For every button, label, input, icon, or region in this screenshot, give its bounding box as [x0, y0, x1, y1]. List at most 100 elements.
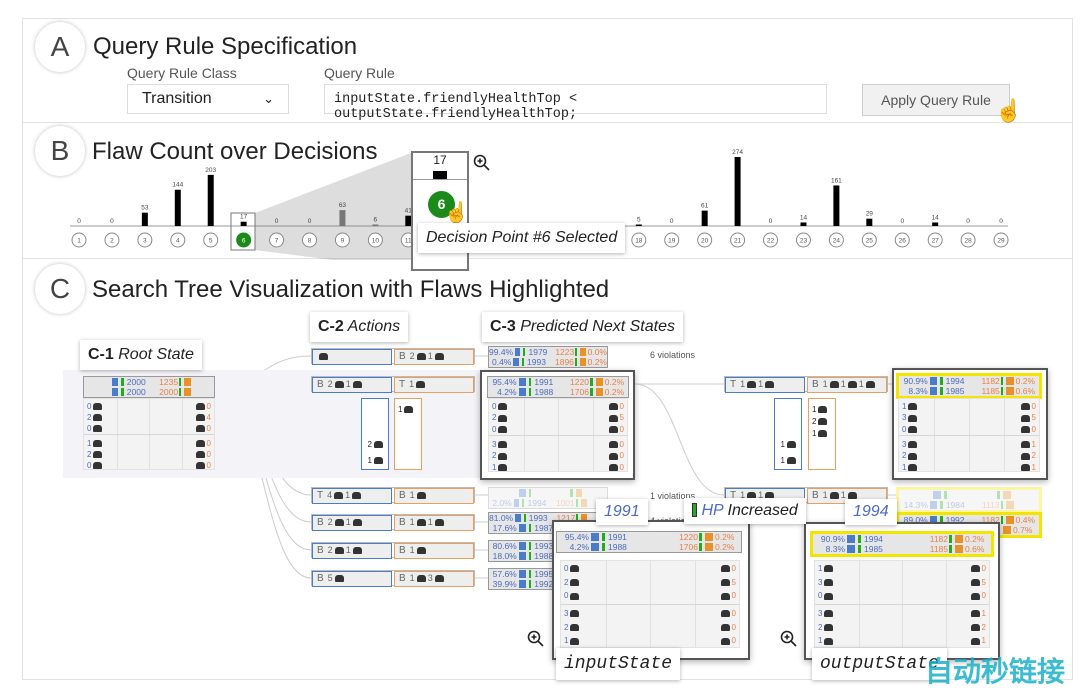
win-probability: 95.4%: [564, 532, 589, 542]
health-bar-icon: [602, 533, 605, 541]
state-summary[interactable]: 95.4% 1991 1220 0.2% 4.2% 1988 1706 0.2%: [556, 531, 742, 553]
enemy-unit-row: 0: [607, 439, 624, 451]
zoom-in-icon[interactable]: [527, 630, 545, 648]
friendly-unit-row: 1: [492, 462, 509, 474]
enemy-action[interactable]: B1 3: [394, 571, 474, 587]
unit-icon: [970, 592, 980, 600]
friendly-unit-row: 1: [818, 563, 835, 575]
friendly-unit-row: 2: [492, 450, 509, 462]
friendly-health: 1988: [608, 542, 627, 552]
action-row[interactable]: B21B1: [311, 542, 475, 559]
action-type: B: [399, 545, 406, 556]
friendly-base-icon: [591, 543, 599, 551]
c2-code: C-2: [318, 318, 344, 335]
action-type: T: [399, 379, 406, 390]
unit-icon: [608, 403, 618, 411]
enemy-base-icon: [955, 535, 963, 543]
friendly-base-icon: [518, 378, 526, 386]
unit-count: 2: [1031, 451, 1036, 461]
enemy-probability: [193, 387, 214, 397]
unit-icon: [498, 426, 508, 434]
friendly-action[interactable]: B2 1: [312, 515, 392, 531]
violations-count[interactable]: 6 violations: [650, 350, 695, 360]
unit-icon: [334, 492, 344, 500]
hp-increased-callout: HP Increased: [684, 498, 806, 524]
action-row[interactable]: B2 1: [311, 348, 475, 365]
health-bar-icon: [1000, 387, 1004, 395]
friendly-health: 1994: [945, 376, 965, 386]
health-bar-icon: [528, 570, 532, 578]
unit-count: 0: [731, 564, 736, 573]
enemy-action[interactable]: B1: [394, 488, 474, 504]
detail-unit: 1: [812, 429, 829, 438]
state-summary[interactable]: 2000 1235 2000 2000: [83, 376, 215, 398]
action-row[interactable]: B5B13: [311, 570, 475, 587]
unit-count: 0: [564, 591, 569, 601]
enemy-action[interactable]: B111: [807, 377, 887, 393]
action-type: B: [317, 517, 324, 528]
unit-icon: [720, 624, 730, 632]
unit-icon: [570, 579, 580, 587]
enemy-probability: 0.4%: [1015, 515, 1036, 525]
enemy-unit-row: 0: [719, 590, 736, 602]
friendly-unit-row: 3: [902, 439, 919, 451]
state-summary[interactable]: 90.9% 1994 1182 0.2% 8.3% 1985 1185 0.6%: [896, 373, 1042, 399]
friendly-base-icon: [111, 388, 119, 396]
state-row: 90.9% 1994 1182 0.2%: [899, 376, 1039, 386]
action-row[interactable]: B21B11: [311, 514, 475, 531]
friendly-base-icon: [518, 570, 526, 578]
win-probability: 0.4%: [491, 357, 512, 367]
friendly-unit-row: 1: [902, 401, 919, 413]
enemy-action[interactable]: B11: [394, 515, 474, 531]
state-row: 8.3% 1985 1185 0.6%: [899, 386, 1039, 396]
friendly-health: 1991: [608, 532, 627, 542]
friendly-action[interactable]: T4 1: [312, 488, 392, 504]
action-row[interactable]: T41B1: [311, 487, 475, 504]
unit-count: 1: [427, 517, 433, 527]
enemy-action[interactable]: B1: [394, 543, 474, 559]
unit-icon: [908, 403, 918, 411]
friendly-action[interactable]: B2 1: [312, 543, 392, 559]
state-summary[interactable]: 14.3% 1984 1113: [896, 487, 1042, 513]
state-summary[interactable]: 99.4% 1979 1223 0.0% 0.4% 1993 1896 0.2%: [488, 346, 608, 368]
enemy-action[interactable]: B2 1: [394, 349, 474, 365]
action-row[interactable]: B21T1: [311, 376, 475, 393]
unit-icon: [416, 547, 426, 555]
unit-count: 2: [327, 545, 333, 555]
friendly-action[interactable]: [312, 349, 392, 365]
friendly-action[interactable]: B2 1: [312, 377, 392, 393]
state-summary[interactable]: 2.0% 1994 1001: [488, 487, 608, 509]
unit-count: 2: [409, 351, 415, 361]
friendly-action[interactable]: B5: [312, 571, 392, 587]
unit-icon: [608, 464, 618, 472]
enemy-probability: 0.7%: [1013, 525, 1033, 535]
unit-icon: [416, 492, 426, 500]
friendly-action[interactable]: T11: [725, 377, 805, 393]
win-probability: 95.4%: [492, 377, 517, 387]
unit-icon: [824, 637, 834, 645]
health-bar-icon: [575, 499, 578, 507]
enemy-health: 1182: [981, 376, 1000, 386]
unit-count: 1: [822, 379, 828, 389]
unit-count: 2: [327, 379, 333, 389]
enemy-action[interactable]: T1: [394, 377, 474, 393]
unit-count: 2: [327, 517, 333, 527]
health-bar-icon: [589, 388, 593, 396]
health-bar-icon: [602, 543, 605, 551]
enemy-unit-row: 1: [969, 635, 986, 647]
unit-icon: [720, 637, 730, 645]
unit-count: 3: [564, 609, 569, 618]
state-summary[interactable]: 95.4% 1991 1220 0.2% 4.2% 1988 1706 0.2%: [487, 376, 629, 398]
action-type: B: [317, 545, 324, 556]
unit-count: 1: [345, 545, 351, 555]
state-summary[interactable]: 90.9% 1994 1182 0.2% 8.3% 1985 1185 0.6%: [810, 531, 994, 557]
unit-icon: [570, 592, 580, 600]
unit-icon: [195, 451, 205, 459]
friendly-health: 2000: [126, 387, 146, 397]
zoom-in-icon[interactable]: [780, 630, 798, 648]
win-probability: 17.6%: [492, 523, 517, 533]
action-type: B: [812, 379, 819, 390]
friendly-unit-row: 3: [902, 412, 919, 424]
action-row[interactable]: T11B111: [724, 376, 888, 393]
unit-count: 1: [740, 379, 746, 389]
